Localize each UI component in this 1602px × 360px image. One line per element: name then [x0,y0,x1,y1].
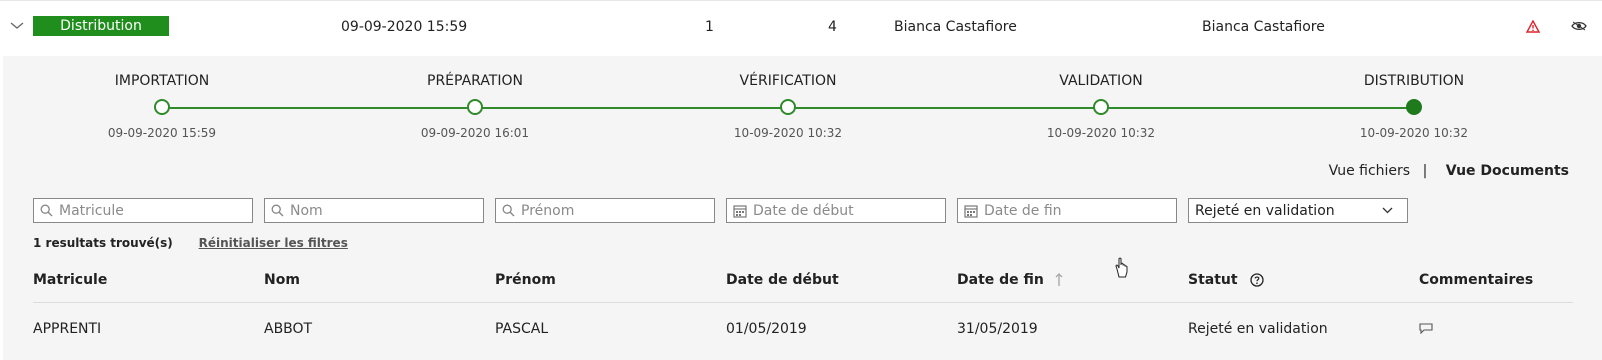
cell-date-debut: 01/05/2019 [726,321,807,337]
collapse-chevron-icon[interactable] [10,1,24,53]
step-date: 10-09-2020 10:32 [1359,126,1469,140]
step-label: VÉRIFICATION [739,73,837,89]
col-matricule[interactable]: Matricule [33,261,107,303]
stage-badge: Distribution [33,16,169,36]
calendar-icon [964,204,978,218]
col-nom[interactable]: Nom [264,261,300,303]
view-files-link[interactable]: Vue fichiers [1329,163,1411,179]
search-icon [502,204,515,217]
step-label: DISTRIBUTION [1363,73,1465,89]
date-debut-input[interactable] [753,202,933,219]
view-documents-link[interactable]: Vue Documents [1446,163,1569,179]
status-select-value: Rejeté en validation [1195,202,1335,219]
step-complete-dot [154,99,170,115]
view-eye-icon[interactable] [1571,1,1587,53]
col-statut-header[interactable]: Statut [1188,261,1265,303]
step-date: 10-09-2020 10:32 [733,126,843,140]
reset-filters-link[interactable]: Réinitialiser les filtres [199,236,348,250]
cell-statut: Rejeté en validation [1188,321,1328,337]
matricule-input[interactable] [59,202,239,219]
nom-filter[interactable] [264,198,484,223]
workflow-stepper: IMPORTATION 09-09-2020 15:59 PRÉPARATION… [3,56,1602,146]
step-complete-dot [467,99,483,115]
batch-owner: Bianca Castafiore [894,19,1017,35]
help-circle-icon[interactable] [1250,273,1265,287]
table-row[interactable]: APPRENTI ABBOT PASCAL 01/05/2019 31/05/2… [33,304,1573,354]
search-icon [40,204,53,217]
step-verification: VÉRIFICATION 10-09-2020 10:32 [688,56,888,140]
step-distribution: DISTRIBUTION 10-09-2020 10:32 [1314,56,1514,140]
step-date: 09-09-2020 15:59 [107,126,217,140]
status-select[interactable]: Rejeté en validation [1188,198,1408,223]
step-label: VALIDATION [1059,73,1143,89]
calendar-icon [733,204,747,218]
batch-datetime: 09-09-2020 15:59 [341,19,468,35]
step-complete-dot [780,99,796,115]
results-bar: 1 resultats trouvé(s) Réinitialiser les … [33,235,348,251]
step-label: PRÉPARATION [427,73,523,89]
warning-icon[interactable] [1526,1,1540,53]
col-prenom[interactable]: Prénom [495,261,556,303]
col-date-fin: Date de fin [957,272,1044,288]
chevron-down-icon [1382,207,1393,214]
col-date-debut[interactable]: Date de début [726,261,839,303]
table-header: Matricule Nom Prénom Date de début Date … [33,261,1573,303]
view-separator: | [1422,163,1428,179]
batch-row-header[interactable]: Distribution 09-09-2020 15:59 1 4 Bianca… [0,0,1602,56]
step-active-dot [1406,99,1422,115]
step-preparation: PRÉPARATION 09-09-2020 16:01 [375,56,575,140]
cell-nom: ABBOT [264,321,313,337]
search-icon [271,204,284,217]
prenom-filter[interactable] [495,198,715,223]
cell-prenom: PASCAL [495,321,549,337]
matricule-filter[interactable] [33,198,253,223]
step-importation: IMPORTATION 09-09-2020 15:59 [62,56,262,140]
step-date: 09-09-2020 16:01 [420,126,530,140]
nom-input[interactable] [290,202,470,219]
batch-detail-panel: IMPORTATION 09-09-2020 15:59 PRÉPARATION… [3,56,1602,360]
col-statut: Statut [1188,272,1238,288]
step-validation: VALIDATION 10-09-2020 10:32 [1001,56,1201,140]
col-commentaires[interactable]: Commentaires [1419,261,1533,303]
date-fin-filter[interactable] [957,198,1177,223]
prenom-input[interactable] [521,202,701,219]
filter-bar: Rejeté en validation [33,198,1593,224]
cell-date-fin: 31/05/2019 [957,321,1038,337]
step-label: IMPORTATION [114,73,210,89]
sort-asc-icon[interactable] [1055,273,1063,287]
results-count: 1 resultats trouvé(s) [33,236,173,250]
batch-count-a: 1 [705,19,714,35]
step-date: 10-09-2020 10:32 [1046,126,1156,140]
step-complete-dot [1093,99,1109,115]
col-date-fin-header[interactable]: Date de fin [957,261,1063,303]
date-fin-input[interactable] [984,202,1164,219]
comment-icon[interactable] [1419,304,1433,354]
batch-count-b: 4 [828,19,837,35]
date-debut-filter[interactable] [726,198,946,223]
hand-pointer-icon [1114,257,1130,283]
cell-matricule: APPRENTI [33,321,102,337]
batch-assignee: Bianca Castafiore [1202,19,1325,35]
view-toggle: Vue fichiers | Vue Documents [1323,161,1569,181]
